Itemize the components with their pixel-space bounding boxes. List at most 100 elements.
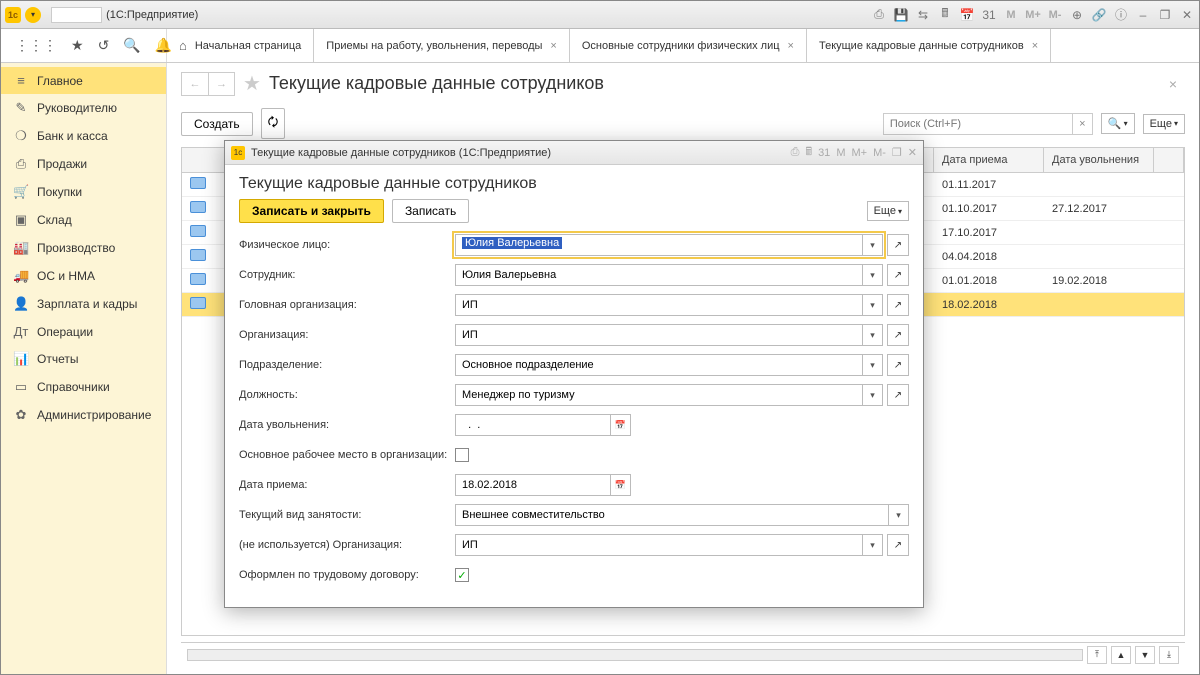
scroll-top-icon[interactable]: ⤒ [1087,646,1107,664]
dropdown-icon[interactable]: ▾ [862,295,882,315]
col-hire[interactable]: Дата приема [934,148,1044,172]
sidebar-item-sales[interactable]: ⎙Продажи [1,150,166,178]
sidebar-item-reports[interactable]: 📊Отчеты [1,345,166,373]
save-button[interactable]: Записать [392,199,469,223]
dialog-close-icon[interactable]: ✕ [908,146,917,159]
refresh-button[interactable]: 🗘 [261,108,286,139]
dropdown-icon[interactable]: ▾ [862,385,882,405]
search-icon[interactable]: 🔍 [123,37,140,54]
sidebar-item-assets[interactable]: 🚚ОС и НМА [1,262,166,290]
pos-field[interactable]: ▾ [455,384,883,406]
dialog-restore-icon[interactable]: ❐ [892,146,902,159]
apps-icon[interactable]: ⋮⋮⋮ [15,37,57,54]
sidebar-item-hr[interactable]: 👤Зарплата и кадры [1,290,166,318]
sidebar-item-main[interactable]: ≡Главное [1,67,166,94]
link-icon[interactable]: 🔗 [1091,7,1107,23]
calendar-icon[interactable]: 📅 [610,475,630,495]
sidebar-item-manager[interactable]: ✎Руководителю [1,94,166,122]
org-input[interactable] [456,325,862,345]
sidebar-item-bank[interactable]: ❍Банк и касса [1,122,166,150]
dialog-mplus-icon[interactable]: M+ [851,147,867,159]
dialog-print-icon[interactable]: ⎙ [791,146,800,159]
emptype-field[interactable]: ▾ [455,504,909,526]
col-fire[interactable]: Дата увольнения [1044,148,1154,172]
calendar-icon[interactable]: 📅 [959,7,975,23]
emptype-input[interactable] [456,505,888,525]
tab-close-icon[interactable]: × [550,40,556,52]
calendar-icon[interactable]: 📅 [610,415,630,435]
search-clear-icon[interactable]: × [1072,114,1092,134]
person-open-icon[interactable]: ↗ [887,234,909,256]
employee-open-icon[interactable]: ↗ [887,264,909,286]
employee-field[interactable]: ▾ [455,264,883,286]
star-icon[interactable]: ★ [71,37,84,54]
search-input[interactable] [884,114,1072,134]
m-icon[interactable]: M [1003,7,1019,23]
calc-icon[interactable]: 🖩 [937,7,953,23]
headorg-input[interactable] [456,295,862,315]
sidebar-item-production[interactable]: 🏭Производство [1,234,166,262]
dialog-mminus-icon[interactable]: M- [873,147,886,159]
save-close-button[interactable]: Записать и закрыть [239,199,384,223]
more-button[interactable]: Еще ▾ [1143,114,1185,134]
firedate-input[interactable] [456,415,610,435]
dropdown-icon[interactable]: ▾ [862,235,882,255]
headorg-field[interactable]: ▾ [455,294,883,316]
sidebar-item-catalogs[interactable]: ▭Справочники [1,373,166,401]
dropdown-icon[interactable]: ▾ [862,325,882,345]
history-icon[interactable]: ↺ [98,37,110,54]
scroll-bottom-icon[interactable]: ⤓ [1159,646,1179,664]
dialog-more-button[interactable]: Еще ▾ [867,201,909,221]
dialog-m-icon[interactable]: M [836,147,845,159]
dept-input[interactable] [456,355,862,375]
dialog-date-icon[interactable]: 31 [818,147,830,159]
sidebar-item-operations[interactable]: ДтОперации [1,318,166,345]
minimize-icon[interactable]: – [1135,7,1151,23]
org-field[interactable]: ▾ [455,324,883,346]
dialog-calc-icon[interactable]: 🖩 [805,143,812,162]
search-button[interactable]: 🔍 ▾ [1101,113,1135,134]
h-scrollbar[interactable] [187,649,1083,661]
person-field[interactable]: Юлия Валерьевна▾ [455,234,883,256]
create-button[interactable]: Создать [181,112,253,136]
compare-icon[interactable]: ⇆ [915,7,931,23]
sidebar-item-purchases[interactable]: 🛒Покупки [1,178,166,206]
contract-checkbox[interactable]: ✓ [455,568,469,582]
save-icon[interactable]: 💾 [893,7,909,23]
print-icon[interactable]: ⎙ [871,7,887,23]
tab-main-employees[interactable]: Основные сотрудники физических лиц× [570,29,807,62]
sidebar-item-admin[interactable]: ✿Администрирование [1,401,166,429]
nav-back-icon[interactable]: ← [182,73,208,95]
dept-field[interactable]: ▾ [455,354,883,376]
date-icon[interactable]: 31 [981,7,997,23]
dialog-titlebar[interactable]: 1c Текущие кадровые данные сотрудников (… [225,141,923,165]
unused-field[interactable]: ▾ [455,534,883,556]
dropdown-icon[interactable]: ▾ [888,505,908,525]
tab-home[interactable]: ⌂Начальная страница [167,29,314,62]
dropdown-icon[interactable]: ▾ [862,355,882,375]
dept-open-icon[interactable]: ↗ [887,354,909,376]
unused-open-icon[interactable]: ↗ [887,534,909,556]
org-open-icon[interactable]: ↗ [887,324,909,346]
sidebar-item-warehouse[interactable]: ▣Склад [1,206,166,234]
tab-close-icon[interactable]: × [788,40,794,52]
scroll-up-icon[interactable]: ▲ [1111,646,1131,664]
col-extra[interactable] [1154,148,1184,172]
scroll-down-icon[interactable]: ▼ [1135,646,1155,664]
dropdown-icon[interactable]: ▾ [862,265,882,285]
nav-forward-icon[interactable]: → [208,73,234,95]
mainplace-checkbox[interactable] [455,448,469,462]
info-icon[interactable]: ⓘ [1113,7,1129,23]
tab-current-data[interactable]: Текущие кадровые данные сотрудников× [807,29,1051,62]
firedate-field[interactable]: 📅 [455,414,631,436]
headorg-open-icon[interactable]: ↗ [887,294,909,316]
dropdown-icon[interactable]: ▾ [862,535,882,555]
hire-field[interactable]: 📅 [455,474,631,496]
tab-hires[interactable]: Приемы на работу, увольнения, переводы× [314,29,570,62]
tab-close-icon[interactable]: × [1032,40,1038,52]
hire-input[interactable] [456,475,610,495]
favorite-icon[interactable]: ★ [243,71,261,96]
employee-input[interactable] [456,265,862,285]
maximize-icon[interactable]: ❐ [1157,7,1173,23]
pos-open-icon[interactable]: ↗ [887,384,909,406]
